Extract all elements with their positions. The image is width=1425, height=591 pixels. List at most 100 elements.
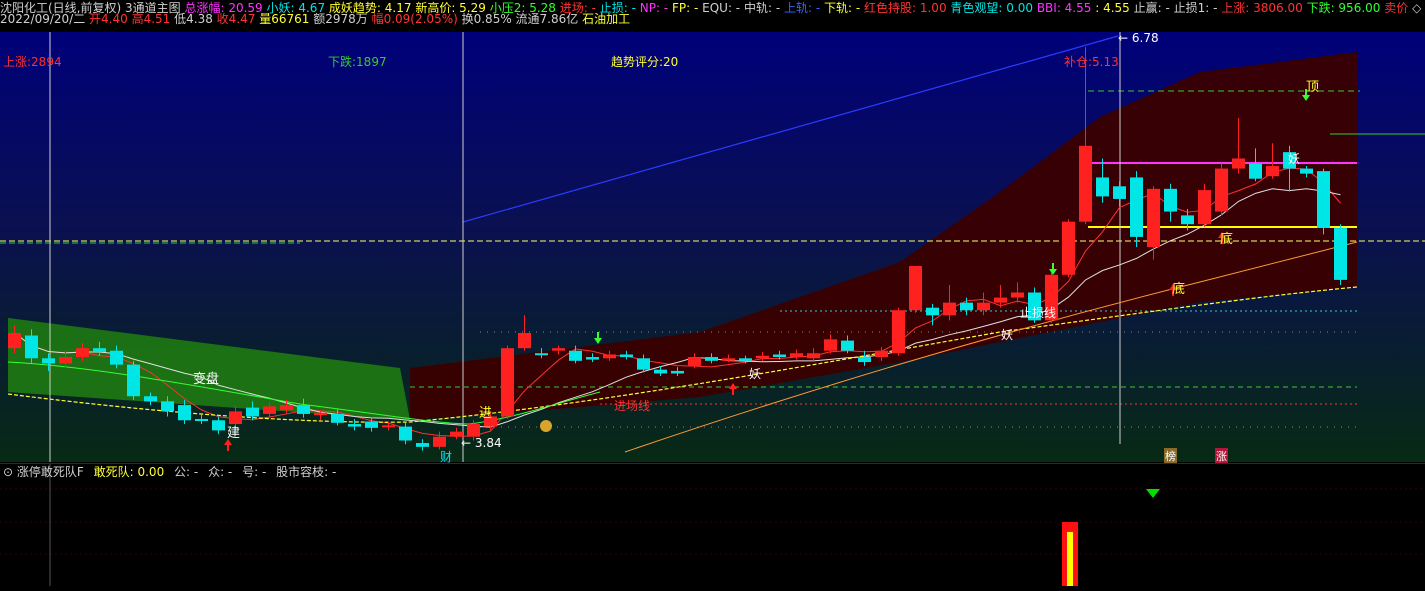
candle-body-21 (365, 421, 378, 428)
candle-body-8 (144, 396, 157, 402)
variable-label: 变盘 (193, 372, 220, 387)
candle-body-18 (314, 412, 327, 416)
subpane-item-market: 股市容枝: - (276, 465, 337, 479)
down-count-label: 下跌:1897 (328, 55, 387, 69)
zhang-badge: 涨 (1215, 448, 1228, 464)
candle-body-33 (569, 350, 582, 361)
yao-label-2: 妖 (1001, 328, 1014, 342)
header2-item-0: 2022/09/20/二 (0, 12, 86, 26)
bottom-label-1: 底 (1220, 232, 1234, 247)
collapse-icon[interactable]: ⊙ (3, 465, 13, 479)
candle-body-41 (705, 357, 718, 361)
candle-body-55 (943, 302, 956, 316)
header2-item-6: 额2978万 (309, 12, 368, 26)
candle-body-10 (178, 405, 191, 421)
bang-badge: 榜 (1164, 448, 1177, 464)
candle-body-11 (195, 419, 208, 421)
header2-item-3: 低4.38 (170, 12, 213, 26)
header2-item-5: 量66761 (255, 12, 310, 26)
candle-body-43 (739, 358, 752, 361)
candle-body-71 (1215, 168, 1228, 212)
candle-body-53 (909, 265, 922, 311)
candle-body-22 (382, 425, 395, 428)
bottom-label-2: 底 (1172, 282, 1186, 297)
candle-body-73 (1249, 163, 1262, 179)
candle-body-23 (399, 426, 412, 441)
stop-line-label: 止损线 (1020, 306, 1057, 320)
header-row-2: 2022/09/20/二 开4.40 高4.51 低4.38 收4.47 量66… (0, 11, 1425, 27)
main-chart-pane[interactable]: 上涨:2894 下跌:1897 趋势评分:20 补仓:5.13 ← 6.78 ←… (0, 31, 1425, 464)
candle-body-50 (858, 357, 871, 363)
subpane-item-zhong: 众: - (208, 465, 233, 479)
candle-body-39 (671, 370, 684, 374)
candle-body-2 (42, 358, 55, 364)
subpane-header: ⊙ 涨停敢死队F 敢死队: 0.00 公: - 众: - 号: - 股市容枝: … (0, 464, 336, 480)
candle-body-14 (246, 407, 259, 417)
candle-body-63 (1079, 145, 1092, 222)
candle-body-77 (1317, 171, 1330, 229)
candle-body-38 (654, 369, 667, 374)
header2-item-10: 石油加工 (578, 12, 631, 26)
candle-body-35 (603, 354, 616, 359)
next-pane-strip (0, 586, 1425, 591)
candle-body-45 (773, 354, 786, 358)
candle-body-72 (1232, 158, 1245, 169)
candle-body-48 (824, 339, 837, 351)
candle-body-32 (552, 348, 565, 351)
candle-body-5 (93, 348, 106, 352)
candle-body-78 (1334, 228, 1347, 280)
yao-label-1: 妖 (749, 367, 762, 381)
subpane-name: 涨停敢死队F (16, 465, 84, 479)
candle-body-29 (501, 348, 514, 417)
build-label: 建 (227, 426, 241, 441)
candle-body-15 (263, 406, 276, 414)
top-label: 顶 (1306, 80, 1320, 95)
subpane-item-gong: 公: - (174, 465, 199, 479)
candle-body-74 (1266, 166, 1279, 177)
candle-body-51 (875, 350, 888, 358)
candle-body-62 (1062, 221, 1075, 275)
candle-body-36 (620, 354, 633, 358)
enter-line-label: 进场线 (614, 399, 651, 413)
candle-body-42 (722, 358, 735, 361)
candle-body-17 (297, 405, 310, 414)
sell-signal-triangle (1146, 489, 1160, 498)
candle-body-76 (1300, 168, 1313, 174)
candle-body-70 (1198, 190, 1211, 225)
candle-body-54 (926, 307, 939, 316)
high-price-value: 6.78 (1131, 31, 1159, 45)
low-price-marker: ← 3.84 (461, 436, 502, 450)
candle-body-12 (212, 420, 225, 431)
indicator-subpane[interactable]: ⊙ 涨停敢死队F 敢死队: 0.00 公: - 众: - 号: - 股市容枝: … (0, 463, 1425, 588)
candle-body-44 (756, 355, 769, 359)
up-count-label: 上涨:2894 (3, 55, 62, 69)
candle-body-40 (688, 357, 701, 366)
candle-body-27 (467, 424, 480, 437)
high-price-marker: ← 6.78 (1118, 31, 1159, 45)
candle-body-16 (280, 405, 293, 411)
candle-body-20 (348, 424, 361, 427)
subpane-value: 敢死队: 0.00 (93, 465, 165, 479)
candle-body-46 (790, 353, 803, 358)
candle-body-65 (1113, 186, 1126, 199)
header2-item-4: 收4.47 (212, 12, 256, 26)
candle-body-34 (586, 357, 599, 360)
candle-body-37 (637, 358, 650, 370)
add-position-label: 补仓:5.13 (1064, 55, 1119, 69)
candle-body-25 (433, 436, 446, 447)
subpane-chart (0, 464, 1425, 588)
candle-body-4 (76, 348, 89, 358)
low-price-value: 3.84 (474, 436, 502, 450)
header2-item-9: 流通7.86亿 (511, 12, 579, 26)
candle-body-59 (1011, 292, 1024, 298)
candle-body-30 (518, 333, 531, 349)
money-bag-icon (540, 420, 552, 432)
subpane-item-hao: 号: - (242, 465, 267, 479)
header2-item-2: 高4.51 (127, 12, 171, 26)
candle-body-0 (8, 333, 21, 349)
trend-score-label: 趋势评分:20 (611, 55, 679, 69)
header2-item-1: 开4.40 (85, 12, 128, 26)
candle-body-9 (161, 401, 174, 412)
candlestick-chart[interactable] (0, 32, 1425, 462)
enter-label: 进 (479, 406, 493, 421)
